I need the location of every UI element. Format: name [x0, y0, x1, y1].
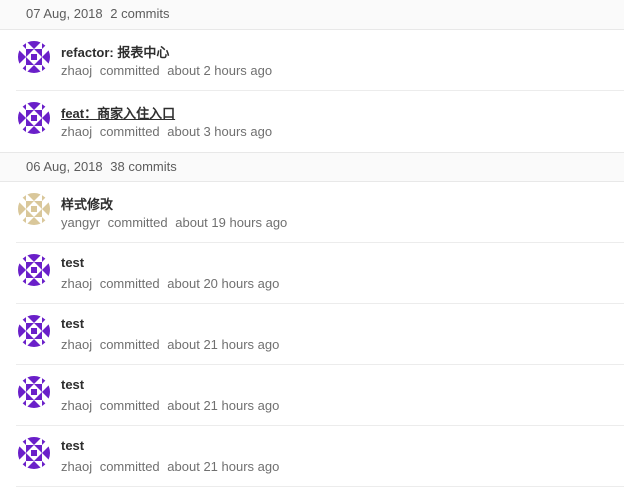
- avatar-identicon[interactable]: [18, 41, 50, 73]
- commit-time: about 2 hours ago: [167, 63, 273, 78]
- commit-row: 样式修改 yangyr committed about 19 hours ago: [16, 182, 624, 243]
- commit-row: test zhaoj committed about 20 hours ago: [16, 243, 624, 304]
- commit-verb: committed: [107, 215, 168, 230]
- avatar-identicon[interactable]: [18, 193, 50, 225]
- commit-meta: zhaoj committed about 3 hours ago: [61, 124, 272, 139]
- commit-verb: committed: [99, 337, 160, 352]
- commit-verb: committed: [99, 276, 160, 291]
- identicon-pattern: [18, 437, 50, 469]
- commit-verb: committed: [99, 63, 160, 78]
- identicon-pattern: [18, 41, 50, 73]
- commit-time: about 21 hours ago: [167, 398, 280, 413]
- commit-meta: zhaoj committed about 21 hours ago: [61, 398, 279, 413]
- commit-meta: zhaoj committed about 21 hours ago: [61, 337, 279, 352]
- commit-time: about 20 hours ago: [167, 276, 280, 291]
- commit-verb: committed: [99, 398, 160, 413]
- avatar-identicon[interactable]: [18, 102, 50, 134]
- commit-meta: zhaoj committed about 2 hours ago: [61, 63, 272, 78]
- commit-time: about 19 hours ago: [175, 215, 288, 230]
- identicon-pattern: [18, 376, 50, 408]
- commit-title-link[interactable]: feat：商家入住入口: [61, 103, 175, 122]
- commit-meta: zhaoj committed about 20 hours ago: [61, 276, 279, 291]
- commit-verb: committed: [99, 459, 160, 474]
- day-header: 07 Aug, 2018 2 commits: [0, 0, 624, 30]
- commit-author[interactable]: zhaoj: [61, 276, 92, 291]
- avatar-identicon[interactable]: [18, 437, 50, 469]
- commit-row: test zhaoj committed about 21 hours ago: [16, 365, 624, 426]
- commit-row: test zhaoj committed about 21 hours ago: [16, 426, 624, 487]
- commit-title-link[interactable]: test: [61, 377, 84, 392]
- commit-title-link[interactable]: test: [61, 255, 84, 270]
- identicon-pattern: [18, 254, 50, 286]
- commit-row: test zhaoj committed about 21 hours ago: [16, 304, 624, 365]
- commit-title-link[interactable]: 样式修改: [61, 194, 113, 213]
- commit-author[interactable]: zhaoj: [61, 63, 92, 78]
- commit-verb: committed: [99, 124, 160, 139]
- avatar-identicon[interactable]: [18, 315, 50, 347]
- commit-author[interactable]: zhaoj: [61, 459, 92, 474]
- commit-row: refactor: 报表中心 zhaoj committed about 2 h…: [16, 30, 624, 91]
- identicon-pattern: [18, 315, 50, 347]
- identicon-pattern: [18, 102, 50, 134]
- day-header: 06 Aug, 2018 38 commits: [0, 152, 624, 182]
- commit-title-link[interactable]: refactor: 报表中心: [61, 42, 169, 61]
- day-commit-count: 38 commits: [110, 159, 177, 174]
- commit-row: feat：商家入住入口 zhaoj committed about 3 hour…: [16, 91, 624, 152]
- commit-time: about 21 hours ago: [167, 459, 280, 474]
- commit-author[interactable]: zhaoj: [61, 124, 92, 139]
- commit-meta: zhaoj committed about 21 hours ago: [61, 459, 279, 474]
- day-date: 07 Aug, 2018: [26, 6, 103, 21]
- commit-author[interactable]: zhaoj: [61, 337, 92, 352]
- commit-author[interactable]: zhaoj: [61, 398, 92, 413]
- commit-author[interactable]: yangyr: [61, 215, 100, 230]
- avatar-identicon[interactable]: [18, 376, 50, 408]
- avatar-identicon[interactable]: [18, 254, 50, 286]
- commit-meta: yangyr committed about 19 hours ago: [61, 215, 287, 230]
- day-date: 06 Aug, 2018: [26, 159, 103, 174]
- commit-title-link[interactable]: test: [61, 316, 84, 331]
- identicon-pattern: [18, 193, 50, 225]
- commit-title-link[interactable]: test: [61, 438, 84, 453]
- day-commit-count: 2 commits: [110, 6, 170, 21]
- commit-time: about 21 hours ago: [167, 337, 280, 352]
- commit-time: about 3 hours ago: [167, 124, 273, 139]
- commit-list: 07 Aug, 2018 2 commits refactor: 报表中心 zh…: [0, 0, 624, 487]
